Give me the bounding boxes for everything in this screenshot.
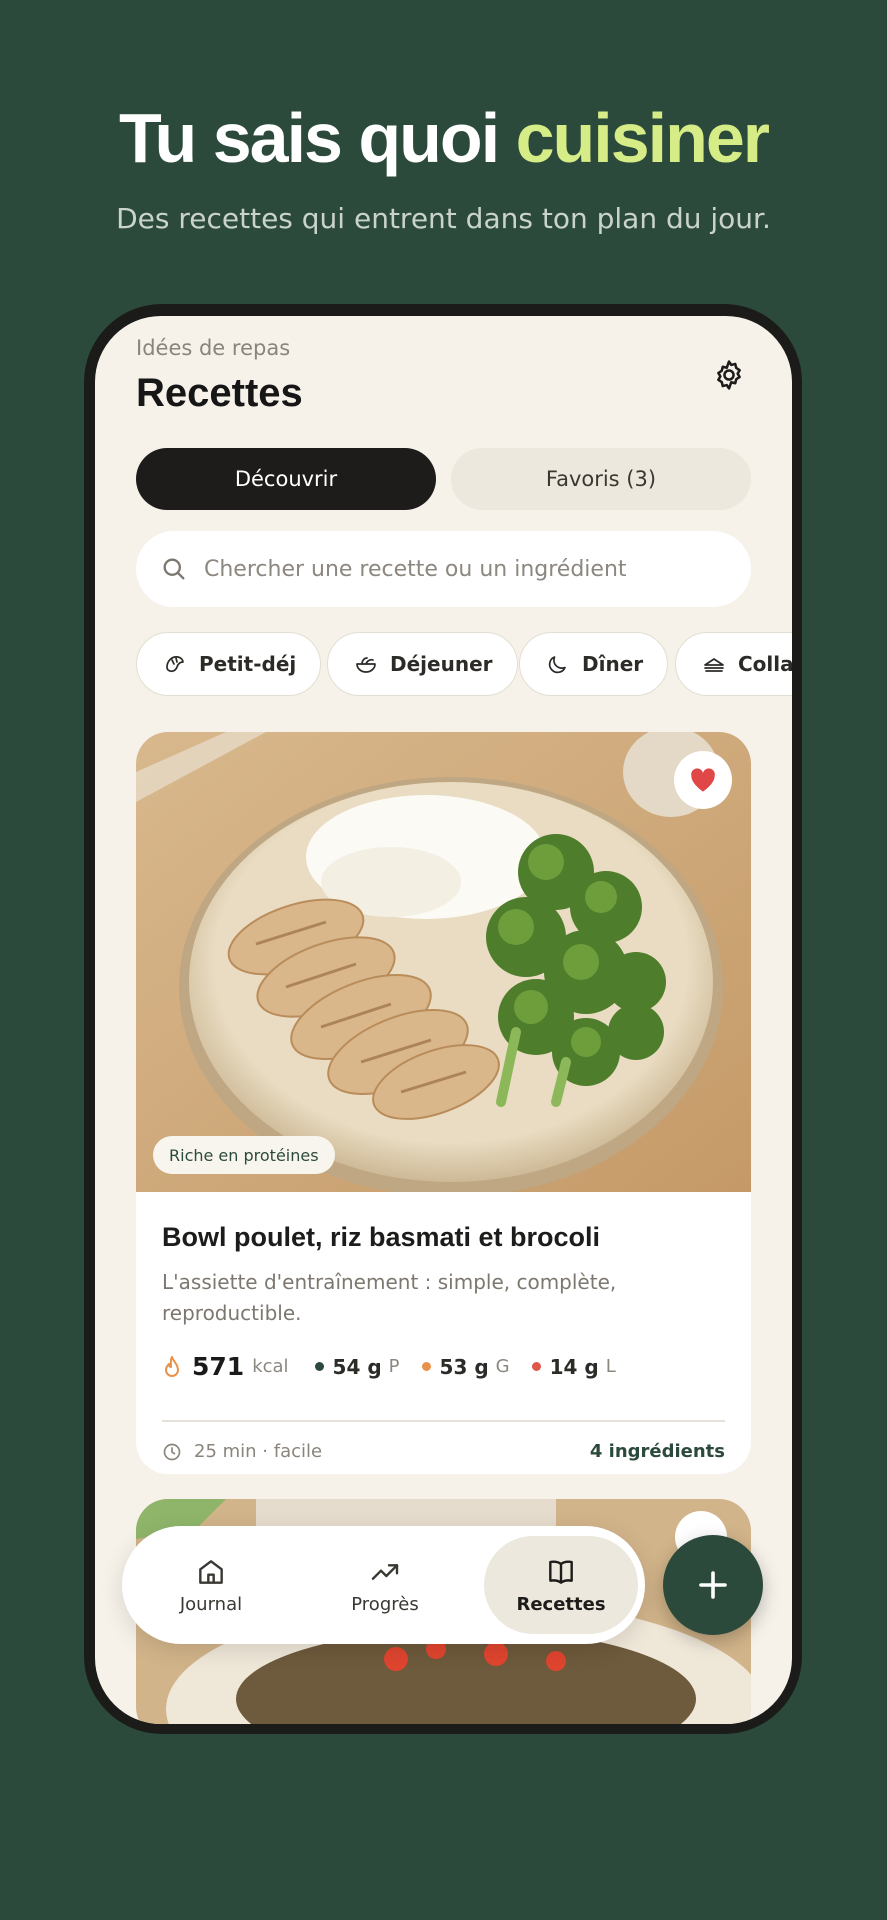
nav-item-label: Journal	[179, 1593, 243, 1615]
moon-icon	[548, 656, 566, 674]
trend-up-icon	[371, 1563, 399, 1580]
category-chip-breakfast[interactable]: Petit-déj	[136, 632, 322, 696]
add-button[interactable]	[663, 1535, 763, 1635]
carbs-value: 53 g	[439, 1354, 489, 1379]
plus-icon	[699, 1571, 727, 1599]
book-icon	[549, 1560, 573, 1584]
card-divider	[162, 1420, 725, 1422]
sandwich-icon	[704, 658, 724, 672]
nav-item-journal[interactable]: Journal	[134, 1536, 288, 1634]
headline-accent: cuisiner	[515, 99, 770, 177]
kcal-value: 571	[192, 1352, 245, 1381]
recipe-title: Bowl poulet, riz basmati et brocoli	[162, 1222, 601, 1252]
recipe-tag: Riche en protéines	[153, 1136, 335, 1174]
category-chip-label: Dîner	[582, 652, 644, 676]
protein-dot	[314, 1362, 324, 1371]
tab-discover[interactable]: Découvrir	[136, 448, 436, 510]
gear-icon[interactable]	[712, 358, 746, 392]
carbs-dot	[421, 1362, 431, 1371]
recipe-card[interactable]: Riche en protéines Bowl poulet, riz basm…	[136, 732, 751, 1474]
protein-value: 54 g	[332, 1354, 382, 1379]
category-chip-label: Déjeuner	[390, 652, 493, 676]
promo-subline: Des recettes qui entrent dans ton plan d…	[116, 202, 771, 235]
category-chip-snack[interactable]: Collation	[675, 632, 792, 696]
protein-letter: P	[388, 1356, 400, 1377]
bottom-nav: Journal Progrès Recettes	[122, 1526, 645, 1644]
favorite-button[interactable]	[674, 751, 732, 809]
category-chip-label: Collation	[738, 652, 792, 676]
app-screen: Idées de repas Recettes Découvrir Favori…	[95, 316, 792, 1724]
recipe-meta: 25 min · facile	[162, 1441, 322, 1462]
page-title: Recettes	[136, 371, 303, 415]
search-input[interactable]	[204, 556, 724, 582]
nav-item-label: Progrès	[351, 1593, 419, 1615]
recipe-ingredients-count: 4 ingrédients	[589, 1441, 725, 1462]
search-bar[interactable]	[136, 531, 751, 607]
nav-item-label: Recettes	[516, 1593, 606, 1615]
page-eyebrow: Idées de repas	[136, 336, 291, 360]
fat-value: 14 g	[549, 1354, 599, 1379]
promo-headline: Tu sais quoi cuisiner	[0, 98, 887, 178]
flame-icon	[165, 1355, 179, 1377]
search-icon	[163, 558, 185, 580]
recipe-duration: 25 min · facile	[194, 1441, 323, 1462]
nav-item-recipes[interactable]: Recettes	[484, 1536, 638, 1634]
croissant-icon	[166, 656, 184, 673]
clock-icon	[163, 1443, 181, 1460]
nav-item-progress[interactable]: Progrès	[308, 1536, 462, 1634]
category-chip-lunch[interactable]: Déjeuner	[327, 632, 518, 696]
recipe-macros: 571 kcal 54 g P 53 g G 14 g L	[162, 1352, 638, 1381]
category-chip-label: Petit-déj	[199, 652, 297, 676]
home-icon	[199, 1559, 223, 1584]
kcal-unit: kcal	[252, 1356, 289, 1377]
headline-main: Tu sais quoi	[118, 99, 500, 177]
heart-icon	[691, 768, 715, 792]
salad-bowl-icon	[356, 657, 376, 673]
category-chip-dinner[interactable]: Dîner	[519, 632, 669, 696]
recipe-description: L'assiette d'entraînement : simple, comp…	[162, 1270, 617, 1325]
carbs-letter: G	[495, 1356, 510, 1377]
fat-dot	[531, 1362, 541, 1371]
tab-favorites[interactable]: Favoris (3)	[451, 448, 751, 510]
fat-letter: L	[605, 1356, 616, 1377]
recipe-photo	[136, 732, 751, 1192]
